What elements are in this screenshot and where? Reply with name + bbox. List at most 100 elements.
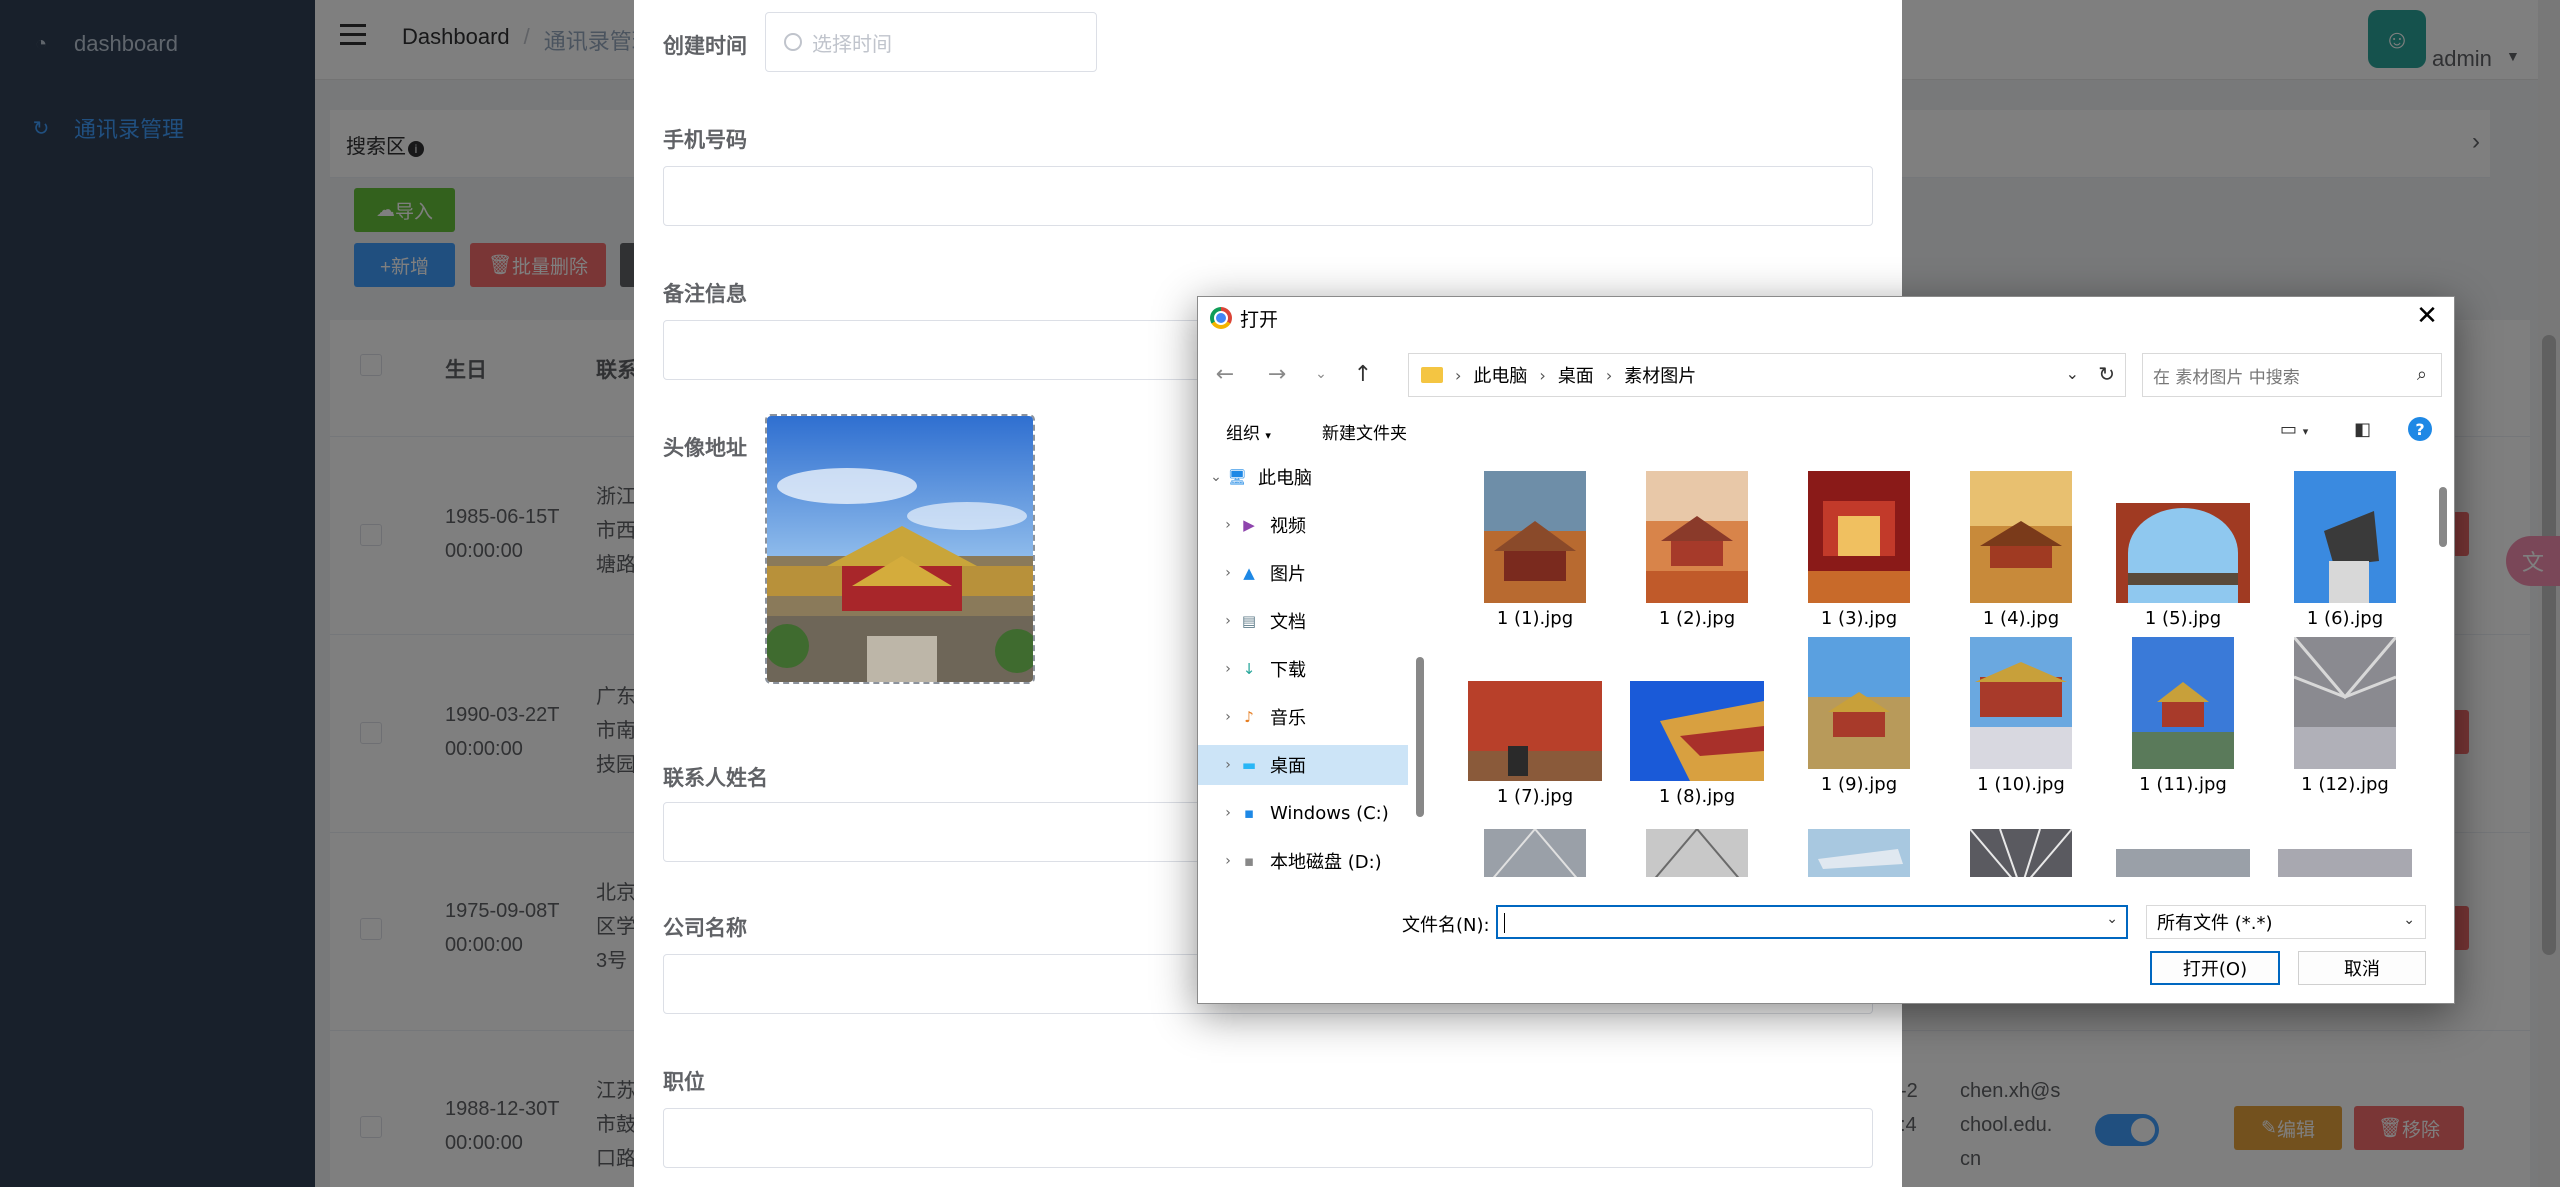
tree-item-drive-c[interactable]: › ▪ Windows (C:) — [1198, 793, 1408, 833]
file-item[interactable]: 1 (1).jpg — [1460, 471, 1610, 629]
back-arrow-icon[interactable]: ← — [1210, 359, 1240, 389]
file-item[interactable] — [2108, 849, 2258, 877]
tree-item-pictures[interactable]: › ▲ 图片 — [1198, 553, 1408, 593]
image-thumbnail — [1484, 827, 1586, 877]
filetype-select[interactable]: 所有文件 (*.*) ⌄ — [2146, 905, 2426, 939]
file-name: 1 (1).jpg — [1496, 608, 1574, 629]
navigation-pane: ⌄ 🖥 此电脑 › ▶ 视频 › ▲ 图片 › ▤ 文档 › ↓ 下载 › ♪ … — [1198, 457, 1416, 877]
chevron-right-icon: › — [1455, 365, 1462, 385]
remark-label: 备注信息 — [663, 283, 747, 306]
tree-item-desktop[interactable]: › ▬ 桌面 — [1198, 745, 1408, 785]
organize-menu[interactable]: 组织 ▾ — [1226, 419, 1271, 444]
computer-icon: 🖥 — [1227, 468, 1247, 486]
file-name: 1 (11).jpg — [2139, 774, 2227, 795]
chevron-down-icon[interactable]: ⌄ — [2106, 911, 2118, 927]
file-item[interactable]: 1 (10).jpg — [1946, 637, 2096, 795]
file-item[interactable]: 1 (6).jpg — [2270, 471, 2420, 629]
refresh-icon[interactable]: ↻ — [2098, 362, 2115, 386]
folder-icon — [1421, 367, 1443, 383]
filename-input[interactable]: ⌄ — [1496, 905, 2128, 939]
image-thumbnail — [1970, 471, 2072, 603]
chevron-right-icon[interactable]: › — [1218, 661, 1238, 677]
tree-item-documents[interactable]: › ▤ 文档 — [1198, 601, 1408, 641]
file-item[interactable]: 1 (11).jpg — [2108, 637, 2258, 795]
file-item[interactable]: 1 (12).jpg — [2270, 636, 2420, 795]
navigation-scrollbar[interactable] — [1414, 457, 1426, 877]
image-thumbnail — [1808, 471, 1910, 603]
caret-down-icon: ▾ — [1265, 429, 1271, 442]
image-thumbnail — [1970, 637, 2072, 769]
avatar-label: 头像地址 — [663, 437, 747, 460]
preview-pane-icon[interactable]: ◧ — [2354, 419, 2371, 440]
file-name: 1 (4).jpg — [1982, 608, 2060, 629]
file-item[interactable]: 1 (4).jpg — [1946, 471, 2096, 629]
file-item[interactable]: 1 (3).jpg — [1784, 471, 1934, 629]
file-grid-scrollbar[interactable] — [2436, 457, 2450, 877]
chevron-right-icon[interactable]: › — [1218, 757, 1238, 773]
file-name: 1 (3).jpg — [1820, 608, 1898, 629]
scrollbar-thumb[interactable] — [2439, 487, 2447, 547]
tree-item-drive-d[interactable]: › ▪ 本地磁盘 (D:) — [1198, 841, 1408, 877]
image-thumbnail — [1630, 681, 1764, 781]
image-thumbnail — [1484, 471, 1586, 603]
chevron-right-icon[interactable]: › — [1218, 805, 1238, 821]
tree-item-music[interactable]: › ♪ 音乐 — [1198, 697, 1408, 737]
image-thumbnail — [1468, 681, 1602, 781]
phone-input[interactable] — [663, 166, 1873, 226]
tree-item-this-pc[interactable]: ⌄ 🖥 此电脑 — [1198, 457, 1408, 497]
chevron-down-icon[interactable]: ⌄ — [2066, 364, 2079, 383]
chevron-right-icon: › — [1605, 365, 1613, 385]
image-thumbnail — [1808, 829, 1910, 877]
scrollbar-thumb[interactable] — [1416, 657, 1424, 817]
cancel-button[interactable]: 取消 — [2298, 951, 2426, 985]
file-grid: 1 (1).jpg 1 (2).jpg 1 (3).jpg 1 (4).jpg … — [1430, 457, 2430, 877]
command-bar: 组织 ▾ 新建文件夹 ▭ ▾ ◧ ? — [1198, 409, 2454, 449]
chevron-right-icon[interactable]: › — [1218, 853, 1238, 869]
close-icon[interactable]: ✕ — [2412, 301, 2442, 331]
path-segment[interactable]: 素材图片 — [1624, 362, 1696, 388]
chevron-down-icon[interactable]: ⌄ — [1206, 469, 1226, 485]
tree-item-downloads[interactable]: › ↓ 下载 — [1198, 649, 1408, 689]
up-arrow-icon[interactable]: ↑ — [1348, 359, 1378, 389]
image-thumbnail — [1808, 637, 1910, 769]
created-time-label: 创建时间 — [663, 35, 747, 58]
file-item[interactable]: 1 (2).jpg — [1622, 471, 1772, 629]
position-input[interactable] — [663, 1108, 1873, 1168]
file-item[interactable] — [1784, 829, 1934, 877]
new-folder-button[interactable]: 新建文件夹 — [1322, 419, 1407, 444]
address-bar[interactable]: › 此电脑 › 桌面 › 素材图片 ⌄ ↻ — [1408, 353, 2126, 397]
company-label: 公司名称 — [663, 917, 747, 940]
view-options-icon[interactable]: ▭ ▾ — [2280, 419, 2308, 440]
image-thumbnail — [2116, 849, 2250, 877]
help-icon[interactable]: ? — [2408, 417, 2432, 441]
chevron-right-icon[interactable]: › — [1218, 709, 1238, 725]
folder-search-input[interactable]: 在 素材图片 中搜索 ⌕ — [2142, 353, 2442, 397]
image-thumbnail — [2292, 636, 2398, 769]
tree-item-videos[interactable]: › ▶ 视频 — [1198, 505, 1408, 545]
chevron-right-icon[interactable]: › — [1218, 517, 1238, 533]
file-item[interactable]: 1 (9).jpg — [1784, 637, 1934, 795]
image-thumbnail — [1646, 471, 1748, 603]
file-name: 1 (6).jpg — [2306, 608, 2384, 629]
recent-dropdown-icon[interactable]: ⌄ — [1306, 359, 1336, 389]
avatar-preview-image — [767, 416, 1033, 682]
file-open-dialog: 打开 ✕ ← → ⌄ ↑ › 此电脑 › 桌面 › 素材图片 ⌄ ↻ 在 素材图… — [1197, 296, 2455, 1004]
chevron-right-icon[interactable]: › — [1218, 613, 1238, 629]
file-name: 1 (2).jpg — [1658, 608, 1736, 629]
open-button[interactable]: 打开(O) — [2150, 951, 2280, 985]
created-time-picker[interactable]: 选择时间 — [765, 12, 1097, 72]
file-item[interactable]: 1 (5).jpg — [2108, 471, 2258, 629]
avatar-upload[interactable] — [765, 414, 1035, 684]
chevron-right-icon[interactable]: › — [1218, 565, 1238, 581]
file-item[interactable] — [1946, 828, 2096, 877]
forward-arrow-icon[interactable]: → — [1262, 359, 1292, 389]
file-item[interactable] — [2270, 849, 2420, 877]
file-item[interactable]: 1 (7).jpg — [1460, 651, 1610, 807]
file-item[interactable] — [1622, 827, 1772, 877]
file-item[interactable]: 1 (8).jpg — [1622, 651, 1772, 807]
file-item[interactable] — [1460, 827, 1610, 877]
path-segment[interactable]: 桌面 — [1558, 362, 1594, 388]
dialog-titlebar[interactable]: 打开 ✕ — [1198, 297, 2454, 337]
path-segment[interactable]: 此电脑 — [1473, 362, 1527, 388]
download-icon: ↓ — [1242, 660, 1256, 678]
